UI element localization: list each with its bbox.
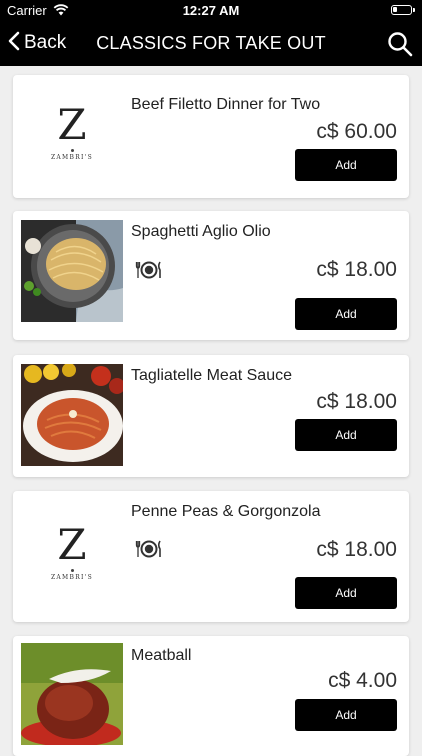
add-button[interactable]: Add: [295, 419, 397, 451]
menu-item-card[interactable]: Z ZAMBRI'S Beef Filetto Dinner for Two c$…: [13, 75, 409, 198]
page-title: CLASSICS FOR TAKE OUT: [96, 33, 326, 53]
add-button[interactable]: Add: [295, 699, 397, 731]
spaghetti-photo: [21, 220, 123, 322]
item-name: Spaghetti Aglio Olio: [131, 223, 271, 240]
search-button[interactable]: [387, 31, 413, 57]
item-price: c$ 60.00: [316, 120, 397, 143]
item-price: c$ 18.00: [316, 538, 397, 561]
status-bar: Carrier 12:27 AM: [0, 0, 422, 22]
menu-item-card[interactable]: Tagliatelle Meat Sauce c$ 18.00 Add: [13, 355, 409, 477]
status-time: 12:27 AM: [182, 3, 240, 18]
meatball-photo: [21, 643, 123, 745]
zambris-logo: Z ZAMBRI'S: [21, 505, 123, 607]
add-button[interactable]: Add: [295, 149, 397, 181]
plate-cutlery-icon: [135, 539, 163, 559]
navigation-bar: Carrier 12:27 AM Back CLASSICS FOR TAKE …: [0, 0, 422, 66]
add-button[interactable]: Add: [295, 577, 397, 609]
menu-item-card[interactable]: Spaghetti Aglio Olio c$ 18.00 Add: [13, 211, 409, 340]
plate-cutlery-icon: [135, 260, 163, 280]
menu-item-card[interactable]: Meatball c$ 4.00 Add: [13, 636, 409, 756]
item-name: Meatball: [131, 647, 192, 664]
item-price: c$ 4.00: [328, 669, 397, 692]
item-name: Tagliatelle Meat Sauce: [131, 367, 292, 384]
item-name: Beef Filetto Dinner for Two: [131, 96, 321, 113]
item-price: c$ 18.00: [316, 390, 397, 413]
menu-item-card[interactable]: Z ZAMBRI'S Penne Peas & Gorgonzola c$ 18.…: [13, 491, 409, 622]
search-icon: [387, 32, 413, 61]
item-name: Penne Peas & Gorgonzola: [131, 503, 321, 520]
zambris-logo: Z ZAMBRI'S: [21, 85, 123, 187]
add-button[interactable]: Add: [295, 298, 397, 330]
tagliatelle-photo: [21, 364, 123, 466]
item-price: c$ 18.00: [316, 258, 397, 281]
battery-icon: [391, 5, 415, 15]
